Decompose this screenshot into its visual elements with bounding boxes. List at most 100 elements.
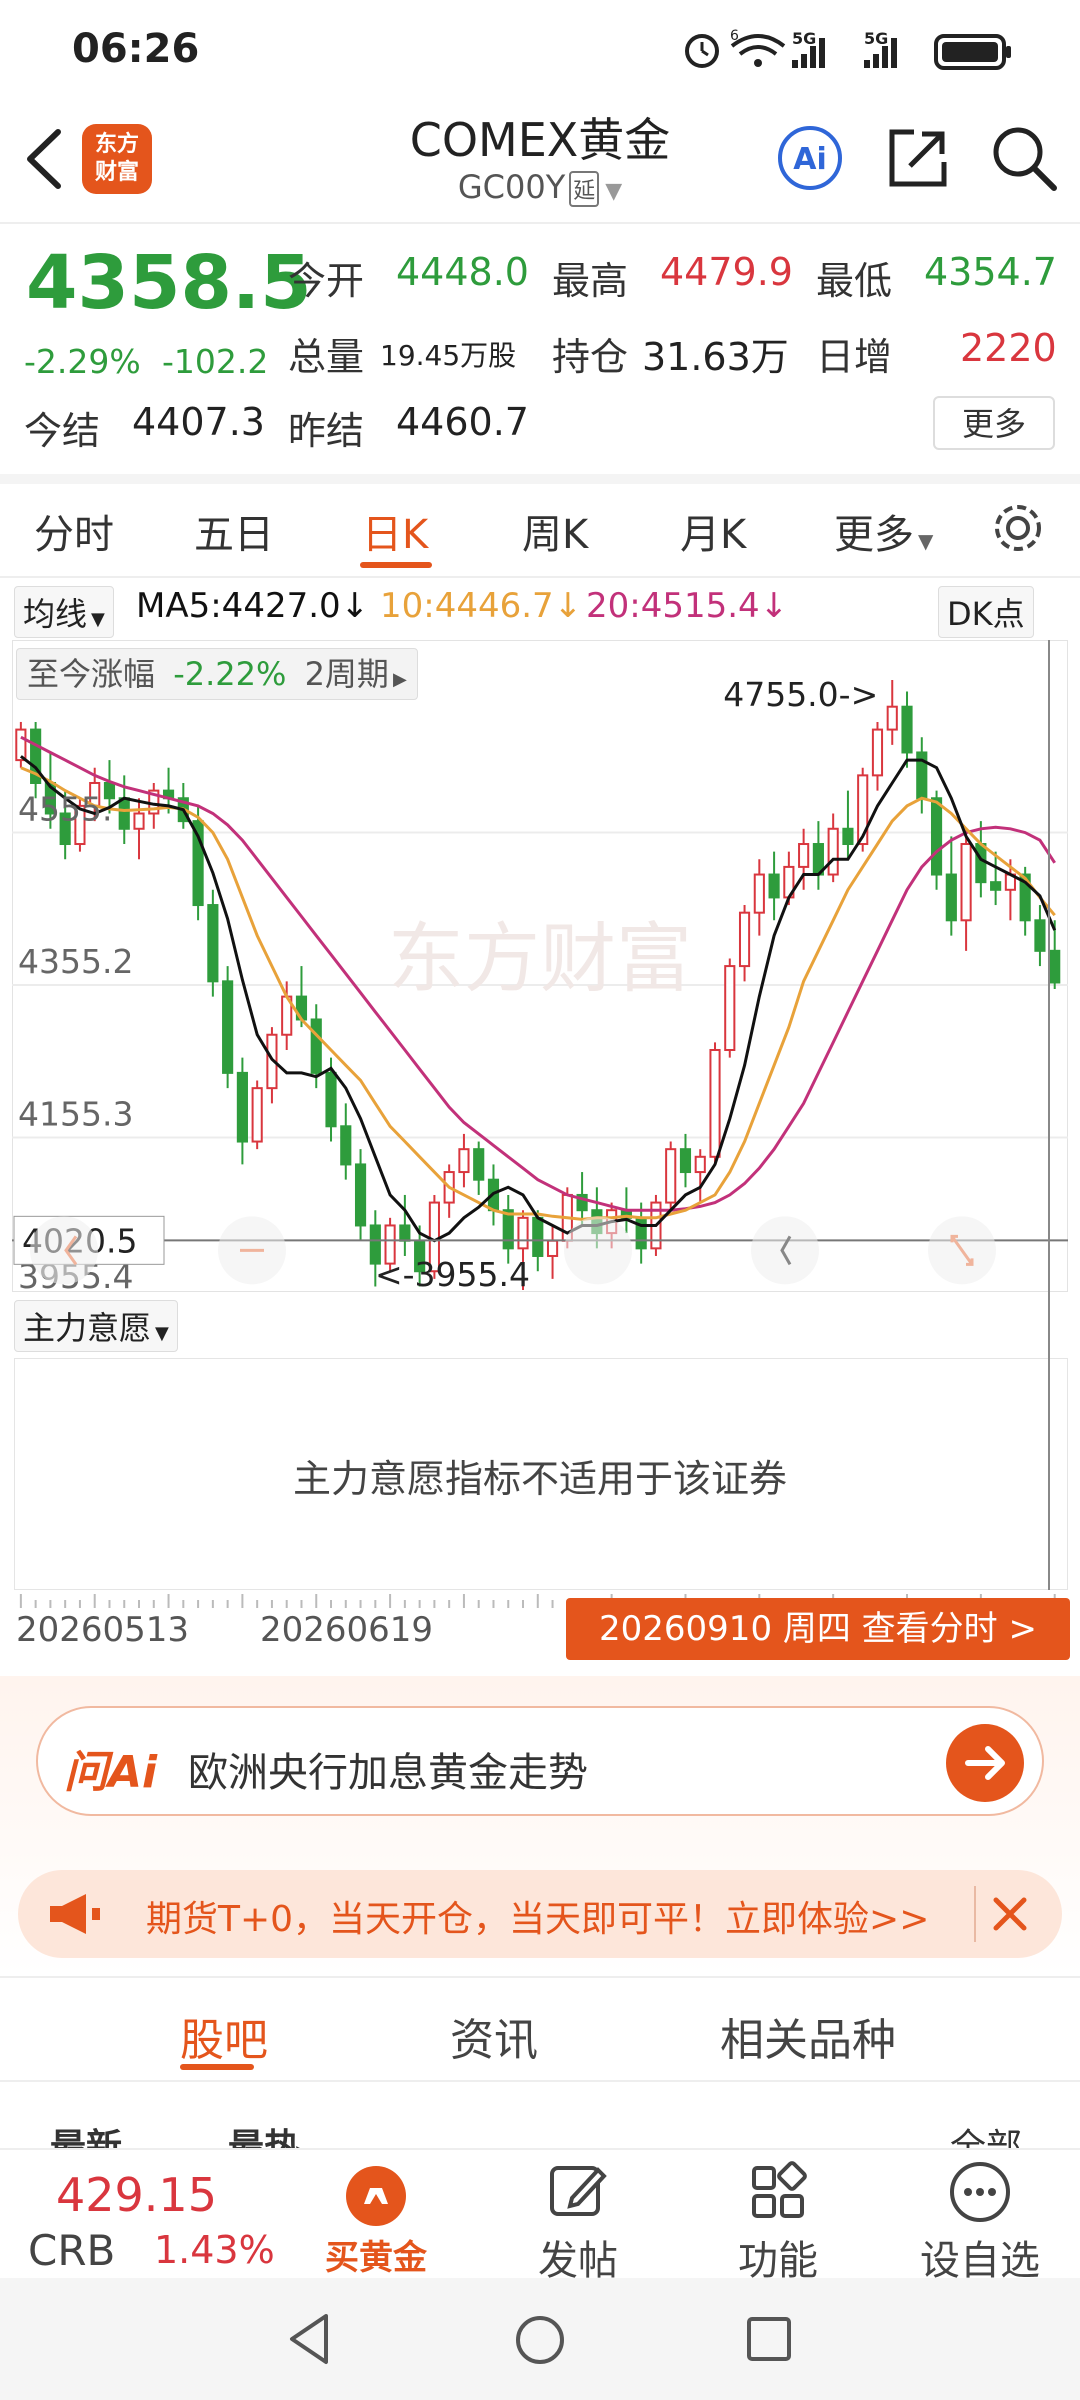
candle-up: [738, 911, 751, 968]
delay-badge: 延: [569, 171, 600, 207]
tab-daily-k[interactable]: 日K: [362, 502, 428, 560]
high-annotation: 4755.0->: [723, 675, 878, 714]
last-price: 4358.5: [26, 240, 312, 326]
candle-down: [975, 843, 987, 884]
crb-index-change[interactable]: 1.43%: [154, 2228, 275, 2272]
candle-up: [517, 1216, 529, 1250]
wifi-icon: [730, 34, 786, 67]
nav-back-icon[interactable]: [284, 2310, 334, 2368]
open-value: 4448.0: [396, 250, 529, 294]
buy-gold-button[interactable]: 买黄金: [306, 2230, 446, 2279]
arrow-right-icon: [965, 1746, 1005, 1780]
caret-down-icon: ▼: [918, 529, 934, 553]
ask-ai-logo: 问Ai: [64, 1747, 158, 1798]
ai-query-text[interactable]: 欧洲央行加息黄金走势: [188, 1740, 588, 1798]
tab-five-day[interactable]: 五日: [194, 502, 274, 560]
ai-submit-button[interactable]: [946, 1724, 1024, 1802]
ma-selector[interactable]: 均线 ▼: [14, 586, 114, 638]
edit-post-icon[interactable]: [546, 2160, 610, 2224]
daily-increase-value: 2220: [960, 326, 1057, 370]
candle-down: [354, 1163, 367, 1227]
chevron-right-icon[interactable]: [751, 1216, 819, 1285]
candle-down: [930, 797, 943, 876]
candle-up: [960, 843, 972, 922]
candle-up: [871, 728, 884, 777]
candle-up: [458, 1148, 470, 1174]
change-amount: -102.2: [162, 342, 269, 381]
tab-news[interactable]: 资讯: [450, 2004, 538, 2068]
candle-down: [325, 1071, 337, 1128]
candle-down: [768, 873, 780, 899]
status-bar: 06:26 6 5G 5G: [0, 0, 1080, 100]
ma5-value: MA5:4427.0↓: [136, 586, 370, 626]
more-quote-button[interactable]: 更多: [933, 396, 1055, 450]
functions-grid-icon[interactable]: [746, 2160, 810, 2224]
tab-related[interactable]: 相关品种: [720, 2004, 896, 2068]
candle-down: [340, 1125, 352, 1166]
candle-down: [532, 1216, 544, 1257]
crb-index-value[interactable]: 429.15: [56, 2168, 217, 2222]
candle-up: [886, 705, 898, 731]
nav-home-icon[interactable]: [512, 2312, 568, 2368]
divider: [0, 474, 1080, 484]
change-percent: -2.29%: [24, 342, 141, 381]
low-annotation: <-3955.4: [375, 1255, 530, 1292]
ai-icon[interactable]: Ai: [776, 124, 844, 192]
candlestick-chart[interactable]: 东方财富4555.4355.24155.33955.44755.0-><-395…: [12, 640, 1068, 1292]
share-icon[interactable]: [884, 124, 952, 192]
candle-down: [1034, 919, 1046, 952]
settle-value: 4407.3: [132, 400, 265, 444]
tab-forum[interactable]: 股吧: [180, 2004, 268, 2068]
chevron-left-icon[interactable]: [564, 1216, 632, 1285]
candle-up: [15, 728, 27, 762]
promo-text[interactable]: 期货T+0，当天开仓，当天即可平！立即体验>>: [146, 1890, 929, 1942]
gear-icon[interactable]: [990, 500, 1046, 556]
chevron-left-icon[interactable]: [30, 1216, 98, 1285]
close-icon[interactable]: [990, 1894, 1030, 1934]
candle-down: [222, 980, 234, 1074]
volume-value: 19.45万股: [380, 339, 517, 372]
svg-text:Ai: Ai: [793, 142, 827, 177]
more-dots-icon[interactable]: [948, 2160, 1012, 2224]
range-change-badge[interactable]: 至今涨幅 -2.22% 2周期 ▶: [16, 648, 418, 700]
volume-label: 总量: [288, 335, 365, 379]
candle-down: [945, 873, 957, 922]
tab-intraday[interactable]: 分时: [34, 502, 114, 560]
open-interest-value: 31.63万: [642, 335, 789, 379]
indicator-selector[interactable]: 主力意愿 ▼: [14, 1300, 178, 1352]
candle-down: [473, 1148, 485, 1181]
tab-more[interactable]: 更多 ▼: [834, 502, 933, 560]
candle-down: [679, 1148, 692, 1174]
low-label: 最低: [816, 259, 893, 303]
candle-down: [635, 1216, 647, 1250]
settle-label: 今结: [24, 409, 101, 453]
svg-text:6: 6: [730, 28, 739, 44]
candle-down: [236, 1071, 248, 1143]
search-icon[interactable]: [988, 122, 1060, 194]
divider: [0, 2080, 1080, 2082]
dk-point-button[interactable]: DK点: [938, 586, 1034, 638]
candle-down: [399, 1224, 411, 1242]
svg-text:5G: 5G: [792, 29, 816, 48]
candle-up: [753, 873, 765, 914]
view-intraday-button[interactable]: 20260910 周四 查看分时 >: [566, 1598, 1070, 1660]
open-label: 今开: [288, 259, 365, 303]
y-axis-label: 4155.3: [18, 1095, 133, 1134]
tab-weekly-k[interactable]: 周K: [522, 502, 588, 560]
candle-down: [207, 904, 219, 983]
candle-up: [694, 1155, 706, 1174]
low-value: 4354.7: [924, 250, 1057, 294]
divider: [974, 1886, 976, 1942]
buy-gold-icon[interactable]: [344, 2164, 408, 2228]
indicator-message: 主力意愿指标不适用于该证券: [292, 1457, 787, 1501]
caret-right-icon: ▶: [392, 669, 407, 690]
y-axis-label: 4355.2: [18, 942, 133, 981]
candle-down: [502, 1209, 514, 1250]
crb-index-name[interactable]: CRB: [28, 2226, 115, 2275]
prev-settle-label: 昨结: [288, 409, 365, 453]
status-time: 06:26: [72, 26, 200, 72]
ma10-value: 10:4446.7↓: [380, 586, 583, 626]
nav-recents-icon[interactable]: [744, 2314, 794, 2364]
tab-monthly-k[interactable]: 月K: [680, 502, 746, 560]
open-interest-label: 持仓: [552, 335, 629, 379]
